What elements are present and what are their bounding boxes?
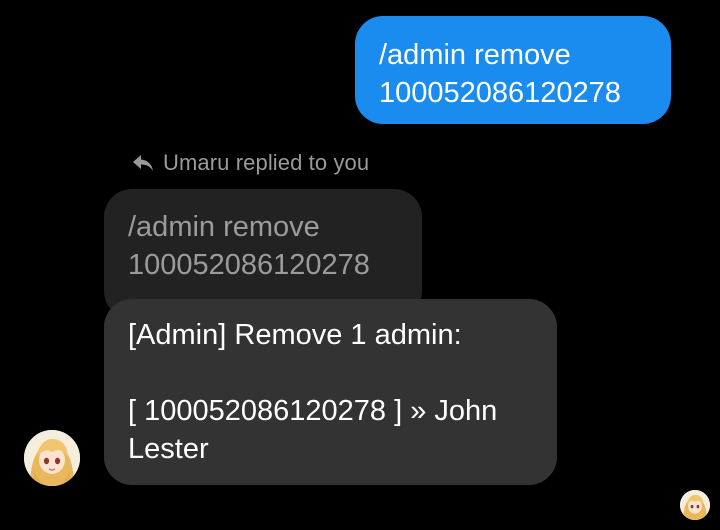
message-line: [Admin] Remove 1 admin: (128, 319, 462, 351)
sent-message-bubble[interactable]: /admin remove 100052086120278 (355, 16, 671, 124)
message-line: [ 100052086120278 ] » John (128, 395, 498, 427)
reply-indicator-label: Umaru replied to you (163, 150, 370, 175)
received-message-bubble[interactable]: [Admin] Remove 1 admin: [ 10005208612027… (104, 299, 557, 485)
umaru-avatar[interactable] (24, 430, 80, 486)
message-line (128, 354, 533, 392)
message-line: Lester (128, 433, 209, 465)
reply-arrow-icon (131, 153, 155, 173)
read-receipt-avatar (680, 490, 710, 520)
reply-indicator: Umaru replied to you (131, 150, 369, 176)
